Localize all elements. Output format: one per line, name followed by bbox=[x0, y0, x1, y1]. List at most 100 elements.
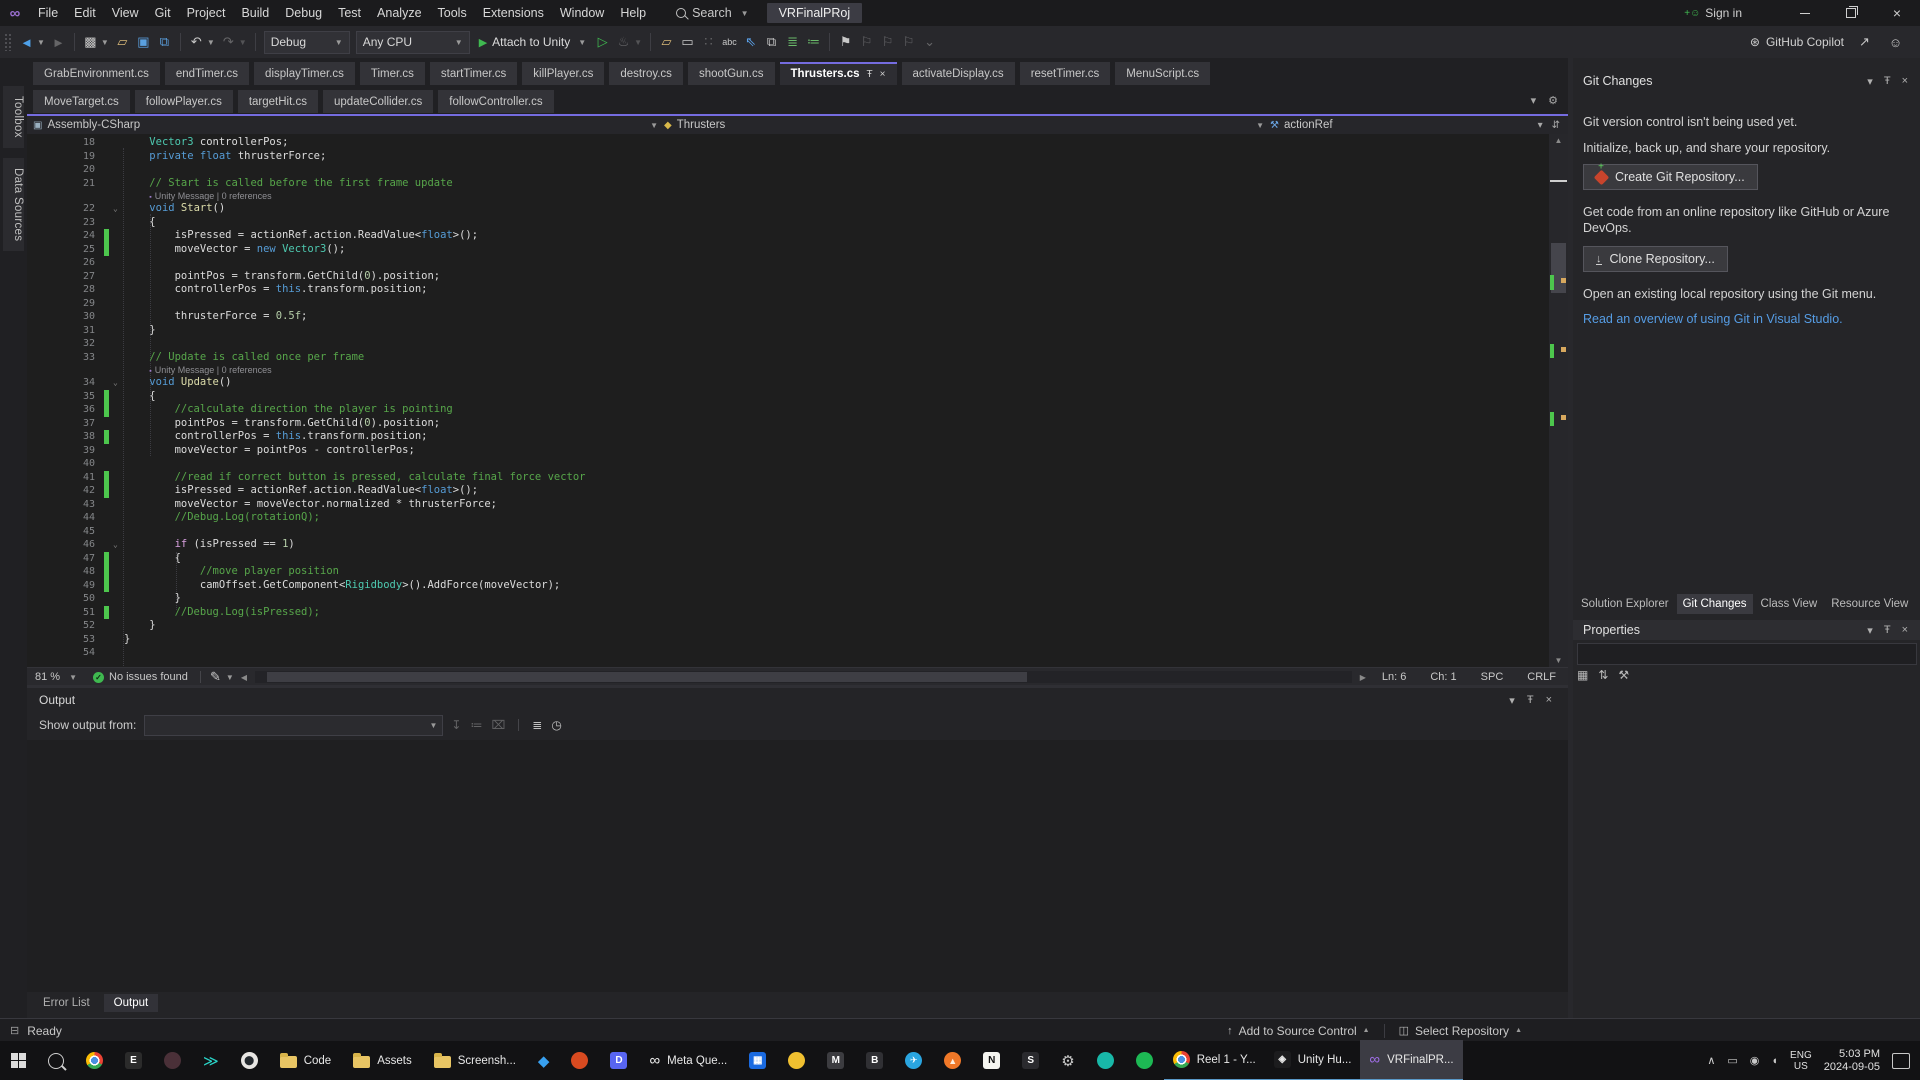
open-file-button[interactable]: ▱ bbox=[112, 30, 133, 54]
code-text[interactable]: //Debug.Log(isPressed); bbox=[124, 606, 320, 620]
solution-platforms-combo[interactable]: Any CPU▼ bbox=[356, 31, 470, 54]
start-without-debugging-button[interactable]: ▷ bbox=[592, 30, 613, 54]
blue-diamond-icon[interactable]: ◆ bbox=[527, 1041, 561, 1080]
sync-arrows-icon[interactable]: ≫ bbox=[192, 1041, 230, 1080]
scroll-up-icon[interactable]: ▲ bbox=[1549, 136, 1568, 145]
b-app-icon[interactable]: B bbox=[855, 1041, 894, 1080]
categorized-icon[interactable]: ▦ bbox=[1577, 668, 1588, 682]
spell-check-button[interactable]: abc bbox=[719, 30, 740, 54]
redo-button[interactable]: ↷▼ bbox=[218, 30, 250, 54]
bottom-tab-error-list[interactable]: Error List bbox=[33, 994, 100, 1012]
orange-app-icon[interactable] bbox=[560, 1041, 599, 1080]
code-text[interactable]: } bbox=[124, 633, 130, 647]
chrome-icon[interactable] bbox=[75, 1041, 114, 1080]
menu-project[interactable]: Project bbox=[179, 0, 234, 26]
code-text[interactable]: isPressed = actionRef.action.ReadValue<f… bbox=[124, 229, 478, 243]
attach-to-unity-button[interactable]: ▶Attach to Unity▼ bbox=[473, 30, 592, 54]
code-text[interactable]: private float thrusterForce; bbox=[124, 150, 326, 164]
panel-close-icon[interactable]: × bbox=[1546, 694, 1552, 707]
code-text[interactable]: { bbox=[124, 552, 181, 566]
menu-test[interactable]: Test bbox=[330, 0, 369, 26]
folder-assets[interactable]: Assets bbox=[342, 1041, 423, 1080]
menu-git[interactable]: Git bbox=[147, 0, 179, 26]
decrease-indent-button[interactable]: ≣ bbox=[782, 30, 803, 54]
window-vs-project[interactable]: ∞VRFinalPR... bbox=[1360, 1040, 1462, 1080]
menu-tools[interactable]: Tools bbox=[430, 0, 475, 26]
clock[interactable]: 5:03 PM 2024-09-05 bbox=[1824, 1048, 1880, 1073]
code-text[interactable]: thrusterForce = 0.5f; bbox=[124, 310, 307, 324]
code-text[interactable]: pointPos = transform.GetChild(0).positio… bbox=[124, 417, 440, 431]
meta-quest-icon[interactable]: ∞Meta Que... bbox=[638, 1041, 738, 1080]
menu-window[interactable]: Window bbox=[552, 0, 612, 26]
discord-icon[interactable]: D bbox=[599, 1041, 638, 1080]
menu-file[interactable]: File bbox=[30, 0, 66, 26]
save-button[interactable]: ▣ bbox=[133, 30, 154, 54]
panel-tab-class-view[interactable]: Class View bbox=[1755, 594, 1824, 614]
panel-chevron-icon[interactable]: ▾ bbox=[1867, 624, 1873, 637]
sidebar-tab-toolbox[interactable]: Toolbox bbox=[3, 86, 24, 148]
collapse-chevron-icon[interactable]: ⌄ bbox=[113, 538, 118, 552]
panel-close-icon[interactable]: × bbox=[1902, 624, 1908, 637]
code-text[interactable]: controllerPos = this.transform.position; bbox=[124, 430, 427, 444]
telegram-icon[interactable]: ✈ bbox=[894, 1041, 933, 1080]
close-button[interactable]: × bbox=[1874, 0, 1920, 26]
window-unity-hub[interactable]: ◈Unity Hu... bbox=[1265, 1040, 1361, 1080]
toggle-word-wrap-icon[interactable]: ≣ bbox=[532, 718, 542, 732]
type-dropdown[interactable]: ◆ Thrusters ▼ bbox=[658, 116, 1264, 134]
tab-targetHit-cs[interactable]: targetHit.cs bbox=[238, 90, 318, 113]
monitor-icon[interactable]: ▭ bbox=[1727, 1054, 1737, 1067]
tab-activateDisplay-cs[interactable]: activateDisplay.cs bbox=[902, 62, 1015, 85]
output-window-button[interactable]: ▭ bbox=[677, 30, 698, 54]
solution-configurations-combo[interactable]: Debug▼ bbox=[264, 31, 350, 54]
collapse-chevron-icon[interactable]: ⌄ bbox=[113, 376, 118, 390]
menu-view[interactable]: View bbox=[104, 0, 147, 26]
code-text[interactable]: moveVector = moveVector.normalized * thr… bbox=[124, 498, 497, 512]
s-app-icon[interactable]: S bbox=[1011, 1041, 1050, 1080]
tab-MenuScript-cs[interactable]: MenuScript.cs bbox=[1115, 62, 1210, 85]
restore-button[interactable] bbox=[1828, 0, 1874, 26]
code-text[interactable]: //calculate direction the player is poin… bbox=[124, 403, 453, 417]
project-dropdown[interactable]: ▣ Assembly-CSharp ▼ bbox=[27, 116, 658, 134]
undo-button[interactable]: ↶▼ bbox=[186, 30, 218, 54]
panel-tab-git-changes[interactable]: Git Changes bbox=[1677, 594, 1753, 614]
code-text[interactable]: } bbox=[124, 592, 181, 606]
increase-indent-button[interactable]: ≔ bbox=[803, 30, 824, 54]
tab-followPlayer-cs[interactable]: followPlayer.cs bbox=[135, 90, 233, 113]
tab-followController-cs[interactable]: followController.cs bbox=[438, 90, 553, 113]
notification-center-icon[interactable] bbox=[1892, 1053, 1910, 1069]
tab-GrabEnvironment-cs[interactable]: GrabEnvironment.cs bbox=[33, 62, 160, 85]
panel-chevron-icon[interactable]: ▾ bbox=[1509, 694, 1515, 707]
clear-all-icon[interactable]: ⌧ bbox=[491, 718, 505, 732]
yellow-circle-icon[interactable] bbox=[777, 1041, 816, 1080]
navigate-back-button[interactable]: ◄▼ bbox=[16, 30, 48, 54]
panel-pin-icon[interactable]: Ŧ bbox=[1527, 694, 1534, 707]
zoom-level-dropdown[interactable]: 81 % ▼ bbox=[27, 671, 85, 683]
jump-to-message-icon[interactable]: ↧ bbox=[451, 718, 461, 732]
panel-tab-resource-view[interactable]: Resource View bbox=[1825, 594, 1914, 614]
share-icon[interactable]: ↗ bbox=[1854, 30, 1875, 54]
tab-list-chevron-icon[interactable]: ▾ bbox=[1531, 94, 1537, 107]
feedback-person-icon[interactable]: ☺ bbox=[1885, 30, 1906, 54]
flame-app-icon[interactable]: ▲ bbox=[933, 1041, 972, 1080]
code-text[interactable]: void Update() bbox=[124, 376, 232, 390]
git-overview-link[interactable]: Read an overview of using Git in Visual … bbox=[1583, 312, 1843, 326]
scroll-down-icon[interactable]: ▼ bbox=[1549, 656, 1568, 665]
menu-extensions[interactable]: Extensions bbox=[475, 0, 552, 26]
tab-shootGun-cs[interactable]: shootGun.cs bbox=[688, 62, 775, 85]
blue-app-icon[interactable]: ▦ bbox=[738, 1041, 777, 1080]
code-text[interactable]: if (isPressed == 1) bbox=[124, 538, 295, 552]
navigate-forward-button[interactable]: ► bbox=[48, 30, 69, 54]
search-control[interactable]: Search ▼ bbox=[668, 6, 757, 20]
code-text[interactable]: camOffset.GetComponent<Rigidbody>().AddF… bbox=[124, 579, 560, 593]
window-chrome-reel[interactable]: Reel 1 - Y... bbox=[1164, 1040, 1265, 1080]
code-text[interactable]: // Update is called once per frame bbox=[124, 351, 364, 365]
tray-expand-icon[interactable]: ∧ bbox=[1707, 1054, 1715, 1067]
output-content-area[interactable] bbox=[27, 740, 1568, 992]
horizontal-scrollbar[interactable] bbox=[255, 671, 1352, 683]
tab-well-settings-gear-icon[interactable]: ⚙ bbox=[1548, 94, 1558, 107]
prev-bookmark-button[interactable]: ⚐ bbox=[856, 30, 877, 54]
tab-displayTimer-cs[interactable]: displayTimer.cs bbox=[254, 62, 355, 85]
panel-chevron-icon[interactable]: ▾ bbox=[1867, 75, 1873, 88]
menu-edit[interactable]: Edit bbox=[66, 0, 104, 26]
document-health-indicator[interactable]: ✓ No issues found bbox=[85, 671, 196, 683]
